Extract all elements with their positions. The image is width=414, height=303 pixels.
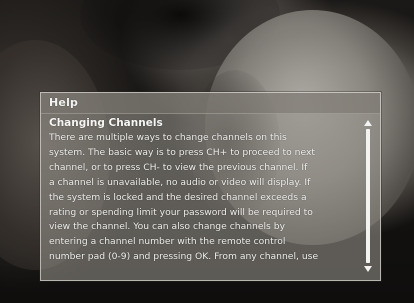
arrow-down-icon[interactable] [363, 265, 373, 273]
help-body-line: system. The basic way is to press CH+ to… [49, 146, 316, 158]
help-dialog: Help Changing Channels There are multipl… [40, 92, 381, 281]
help-body-text: There are multiple ways to change channe… [49, 131, 361, 280]
tv-screen: Help Changing Channels There are multipl… [0, 0, 414, 303]
help-body-line: rating or spending limit your password w… [49, 206, 313, 218]
help-dialog-title: Help [49, 96, 79, 109]
help-body-line: number pad (0-9) and pressing OK. From a… [49, 251, 319, 263]
help-dialog-body[interactable]: Changing Channels There are multiple way… [41, 113, 380, 280]
arrow-up-icon[interactable] [363, 119, 373, 127]
help-body-line: There are multiple ways to change channe… [49, 132, 287, 143]
help-body-line: view the channel. You can also change ch… [49, 221, 286, 233]
help-dialog-header: Help [41, 93, 380, 114]
help-body-line: channel, or to press CH- to view the pre… [49, 161, 308, 173]
help-body-line: the system is locked and the desired cha… [49, 191, 307, 203]
help-body-line: entering a channel number with the remot… [49, 236, 286, 248]
scrollbar-thumb[interactable] [366, 129, 370, 263]
help-scrollbar[interactable] [363, 119, 373, 273]
scrollbar-track[interactable] [366, 129, 370, 263]
help-body-line: a channel is unavailable, no audio or vi… [49, 176, 311, 188]
help-section-heading: Changing Channels [49, 117, 163, 129]
